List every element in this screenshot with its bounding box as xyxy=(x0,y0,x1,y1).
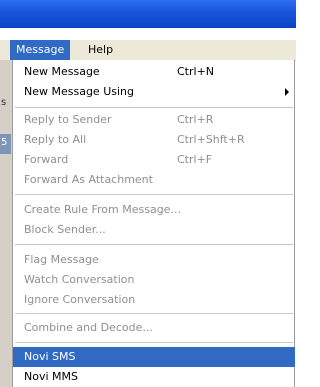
window-title-bar[interactable] xyxy=(0,0,296,28)
menu-separator xyxy=(15,313,293,314)
menu-separator xyxy=(15,107,293,108)
menu-item-ignore-conversation[interactable]: Ignore Conversation xyxy=(13,290,295,310)
menu-item-reply-to-all[interactable]: Reply to All Ctrl+Shft+R xyxy=(13,130,295,150)
menu-separator xyxy=(15,194,293,195)
menu-item-label: Combine and Decode... xyxy=(24,321,153,334)
background-text-fragment: s xyxy=(1,97,7,108)
menu-item-label: New Message Using xyxy=(24,85,134,98)
menu-separator xyxy=(15,342,293,343)
menu-item-label: Reply to All xyxy=(24,133,87,146)
background-text-fragment: 5 xyxy=(1,137,8,148)
background-window: s xyxy=(0,60,12,387)
menu-item-label: Create Rule From Message... xyxy=(24,203,181,216)
menu-item-shortcut: Ctrl+F xyxy=(177,153,213,166)
menu-separator xyxy=(15,244,293,245)
menu-item-novi-mms[interactable]: Novi MMS xyxy=(13,367,295,387)
menu-item-label: New Message xyxy=(24,65,100,78)
menu-item-reply-to-sender[interactable]: Reply to Sender Ctrl+R xyxy=(13,110,295,130)
menu-item-flag-message[interactable]: Flag Message xyxy=(13,250,295,270)
menu-item-label: Reply to Sender xyxy=(24,113,112,126)
menu-item-shortcut: Ctrl+Shft+R xyxy=(177,133,245,146)
menu-item-label: Forward xyxy=(24,153,69,166)
menu-item-create-rule[interactable]: Create Rule From Message... xyxy=(13,200,295,220)
menu-item-combine-and-decode[interactable]: Combine and Decode... xyxy=(13,318,295,338)
menu-item-new-message-using[interactable]: New Message Using xyxy=(13,82,295,102)
screen: Message Help s 5 New Message Ctrl+N New … xyxy=(0,0,296,387)
menu-item-novi-sms[interactable]: Novi SMS xyxy=(13,347,295,367)
menu-help[interactable]: Help xyxy=(82,40,119,60)
background-tab: 5 xyxy=(0,134,11,154)
menu-item-label: Block Sender... xyxy=(24,223,106,236)
menu-item-label: Novi MMS xyxy=(24,370,78,383)
menu-item-label: Novi SMS xyxy=(24,350,76,363)
menu-message[interactable]: Message xyxy=(10,40,71,60)
menu-item-shortcut: Ctrl+R xyxy=(177,113,214,126)
menu-bar: Message Help xyxy=(0,40,296,61)
menu-item-shortcut: Ctrl+N xyxy=(177,65,215,78)
chevron-right-icon xyxy=(285,88,289,96)
menu-item-label: Watch Conversation xyxy=(24,273,135,286)
menu-item-watch-conversation[interactable]: Watch Conversation xyxy=(13,270,295,290)
menu-item-forward-as-attachment[interactable]: Forward As Attachment xyxy=(13,170,295,190)
menu-item-label: Ignore Conversation xyxy=(24,293,136,306)
menu-item-new-message[interactable]: New Message Ctrl+N xyxy=(13,62,295,82)
menu-item-forward[interactable]: Forward Ctrl+F xyxy=(13,150,295,170)
message-dropdown-menu: New Message Ctrl+N New Message Using Rep… xyxy=(12,60,295,387)
menu-item-label: Flag Message xyxy=(24,253,99,266)
menu-item-label: Forward As Attachment xyxy=(24,173,153,186)
menu-item-block-sender[interactable]: Block Sender... xyxy=(13,220,295,240)
